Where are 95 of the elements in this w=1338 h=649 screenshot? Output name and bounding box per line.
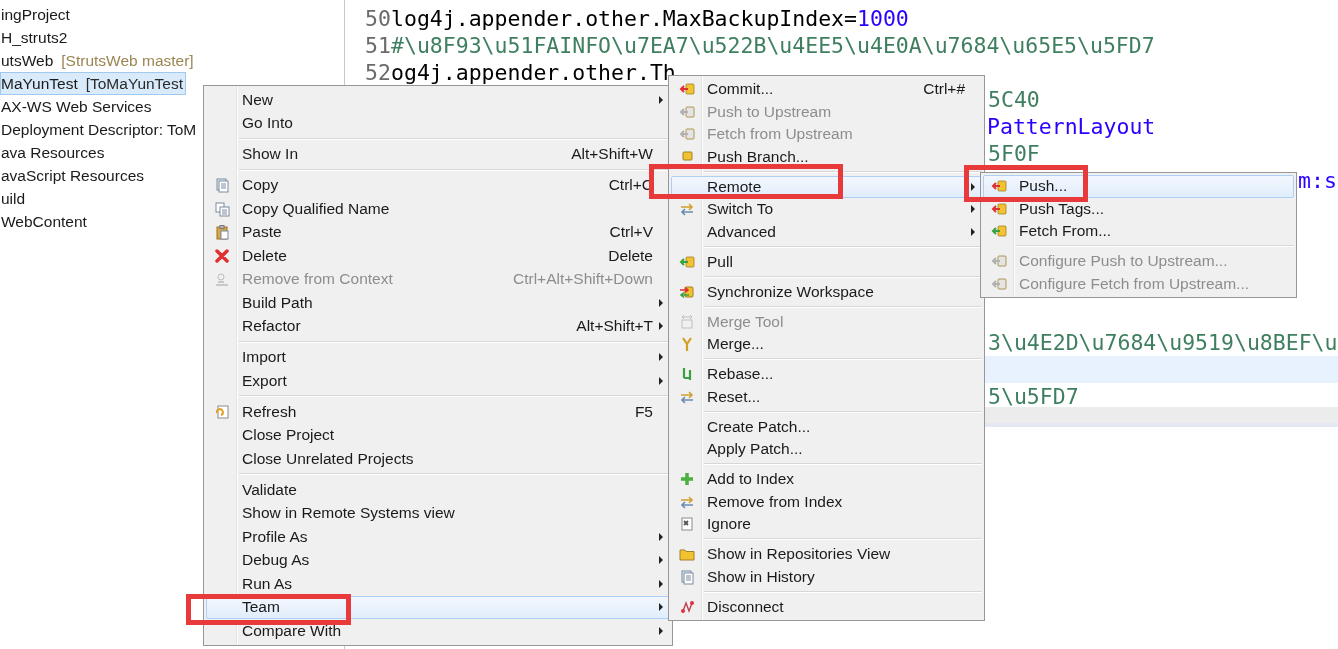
arrows-icon [679,493,695,510]
menu-item[interactable]: Pull [671,250,982,273]
menu-item[interactable]: Push Branch... [671,145,982,168]
tree-item[interactable]: utsWeb [StrutsWeb master] [0,49,197,72]
arrows-icon [679,388,695,405]
menu-item[interactable]: Close Project [206,423,670,447]
document-icon [679,516,695,533]
menu-item[interactable]: Validate [206,478,670,502]
code-text: 3\u4E2D\u7684\u9519\u8BEF\u [988,330,1338,355]
tree-item[interactable]: WebContent [0,210,90,233]
menu-item[interactable]: Switch To [671,198,982,221]
cross-icon [214,247,230,264]
box-arrow-icon [679,253,695,270]
menu-item[interactable]: Close Unrelated Projects [206,447,670,471]
menu-item[interactable]: Show In Alt+Shift+W [206,142,670,166]
code-text: log4j.appender.other.MaxBackupIndex=1000 [391,6,909,31]
menu-item[interactable]: New [206,88,670,112]
menu-item[interactable]: Paste Ctrl+V [206,220,670,244]
code-text: 5C40 [988,87,1040,112]
menu-item[interactable]: Reset... [671,385,982,408]
menu-item[interactable]: Import [206,345,670,369]
menu-item[interactable]: Show in Repositories View [671,543,982,566]
menu-item[interactable]: Export [206,369,670,393]
code-text: 5F0F [988,141,1040,166]
shortcut-text: Ctrl+# [922,80,965,99]
menu-item[interactable]: Go Into [206,111,670,135]
menu-item[interactable]: Run As [206,572,670,596]
arrows-icon [679,283,695,300]
menu-item[interactable]: Merge... [671,333,982,356]
pages-icon [679,568,695,585]
menu-item[interactable]: Refactor Alt+Shift+T [206,314,670,338]
menu-item[interactable]: Disconnect [671,595,982,618]
shortcut-text: Ctrl+Alt+Shift+Down [512,270,653,289]
shortcut-text: Delete [607,246,653,265]
menu-item[interactable]: Rebase... [671,363,982,386]
code-text: m:s [1298,168,1337,193]
menu-item[interactable]: Fetch From... [983,220,1294,243]
menu-item[interactable]: Advanced [671,220,982,243]
faded-figure-icon [214,271,230,288]
box-arrow-icon [991,223,1007,240]
line-number: 50 [364,6,391,31]
tree-item[interactable]: uild [0,187,29,210]
code-text: #\u8F93\u51FAINFO\u7EA7\u522B\u4EE5\u4E0A\u7684\u65E5\u5FD7 [391,33,1155,58]
menu-item[interactable]: Show in Remote Systems view [206,501,670,525]
menu-item[interactable]: Copy Qualified Name [206,197,670,221]
menu-item[interactable]: Team [206,595,670,619]
branch-decoration: [StrutsWeb master] [61,51,194,70]
menu-item[interactable]: Create Patch... [671,415,982,438]
pages-icon [214,200,230,217]
box-arrow-icon [991,253,1007,270]
menu-item[interactable]: Refresh F5 [206,400,670,424]
menu-item[interactable]: Profile As [206,525,670,549]
folder-icon [679,546,695,563]
box-arrow-icon [679,103,695,120]
menu-item[interactable]: Add to Index [671,468,982,491]
menu-item[interactable]: Push Tags... [983,197,1294,220]
refresh-icon [214,403,230,420]
box-arrow-icon [679,126,695,143]
code-text: 5\u5FD7 [988,384,1079,407]
tree-item[interactable]: AX-WS Web Services [0,95,155,118]
tree-item[interactable]: ingProject [0,3,73,26]
menu-item[interactable]: Delete Delete [206,244,670,268]
faded-grid-icon [679,313,695,330]
box-arrow-icon [991,200,1007,217]
menu-item[interactable]: Remove from Index [671,490,982,513]
arrows-icon [679,201,695,218]
menu-item[interactable]: Ignore [671,513,982,536]
shortcut-text: Alt+Shift+W [570,145,653,164]
tree-item[interactable]: Deployment Descriptor: ToM [0,118,200,141]
line-number: 52 [364,60,391,85]
pages-icon [214,177,230,194]
box-arrow-icon [991,178,1007,195]
nodes-icon [679,598,695,615]
tree-item[interactable]: avaScript Resources [0,164,147,187]
clipboard-icon [214,224,230,241]
code-text: PatternLayout [987,114,1156,139]
tree-item[interactable]: MaYunTest [ToMaYunTest [0,72,187,95]
menu-item[interactable]: Show in History [671,565,982,588]
menu-item[interactable]: Debug As [206,548,670,572]
menu-item[interactable]: Push... [983,175,1294,198]
shortcut-text: Ctrl+V [608,223,653,242]
tree-item[interactable]: ava Resources [0,141,108,164]
menu-item[interactable]: Apply Patch... [671,438,982,461]
line-number: 51 [364,33,391,58]
menu-item[interactable]: Synchronize Workspace [671,280,982,303]
box-arrow-icon [991,275,1007,292]
menu-item[interactable]: Build Path [206,291,670,315]
fork-icon [679,336,695,353]
menu-item[interactable]: Compare With [206,619,670,643]
shortcut-text: F5 [633,402,653,421]
box-arrow-icon [679,81,695,98]
tree-item[interactable]: H_struts2 [0,26,71,49]
plus-icon [679,471,695,488]
shortcut-text: Alt+Shift+T [575,317,653,336]
branch-decoration: [ToMaYunTest [85,74,184,93]
